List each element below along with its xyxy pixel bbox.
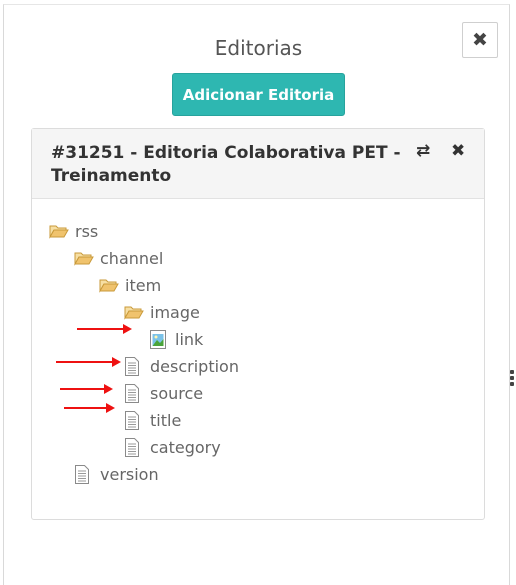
tree-node-label: item xyxy=(125,275,162,295)
tree-node-description[interactable]: description xyxy=(124,355,239,377)
swap-icon[interactable]: ⇄ xyxy=(416,141,430,161)
text-file-icon xyxy=(124,383,144,403)
tree-node-source[interactable]: source xyxy=(124,382,203,404)
tree-node-label: description xyxy=(150,356,239,376)
annotation-arrow-title xyxy=(64,403,115,413)
tree-node-version[interactable]: version xyxy=(74,463,159,485)
annotation-arrow-link xyxy=(77,324,132,334)
text-file-icon xyxy=(124,356,144,376)
tree-node-label: version xyxy=(100,464,159,484)
folder-open-icon xyxy=(99,276,119,294)
tree-node-label: link xyxy=(175,329,204,349)
tree-node-image[interactable]: image xyxy=(124,301,200,323)
tree-node-label: image xyxy=(150,302,200,322)
tree-node-category[interactable]: category xyxy=(124,436,221,458)
tree-node-rss[interactable]: rss xyxy=(49,220,98,242)
folder-open-icon xyxy=(124,303,144,321)
remove-icon[interactable]: ✖ xyxy=(451,141,465,161)
text-file-icon xyxy=(124,437,144,457)
folder-open-icon xyxy=(49,222,69,240)
annotation-arrow-source xyxy=(60,384,113,394)
editorias-modal: ✖ Editorias Adicionar Editoria #31251 - … xyxy=(3,4,510,585)
tree-node-title[interactable]: title xyxy=(124,409,181,431)
add-editoria-button[interactable]: Adicionar Editoria xyxy=(172,73,345,116)
tree-node-channel[interactable]: channel xyxy=(74,247,163,269)
text-file-icon xyxy=(124,410,144,430)
panel-header: #31251 - Editoria Colaborativa PET - Tre… xyxy=(32,129,484,199)
editoria-panel: #31251 - Editoria Colaborativa PET - Tre… xyxy=(31,128,485,520)
tree-node-link[interactable]: link xyxy=(149,328,203,350)
tree-node-item[interactable]: item xyxy=(99,274,161,296)
tree-node-label: category xyxy=(150,437,221,457)
folder-open-icon xyxy=(74,249,94,267)
image-file-icon xyxy=(149,329,169,349)
panel-title: #31251 - Editoria Colaborativa PET - Tre… xyxy=(51,143,401,186)
tree-node-label: rss xyxy=(75,221,99,241)
tree-node-label: title xyxy=(150,410,182,430)
tree-node-label: channel xyxy=(100,248,164,268)
modal-title: Editorias xyxy=(214,36,303,60)
annotation-arrow-description xyxy=(56,357,121,367)
tree-node-label: source xyxy=(150,383,204,403)
text-file-icon xyxy=(74,464,94,484)
resize-handle-icon[interactable] xyxy=(510,370,514,388)
